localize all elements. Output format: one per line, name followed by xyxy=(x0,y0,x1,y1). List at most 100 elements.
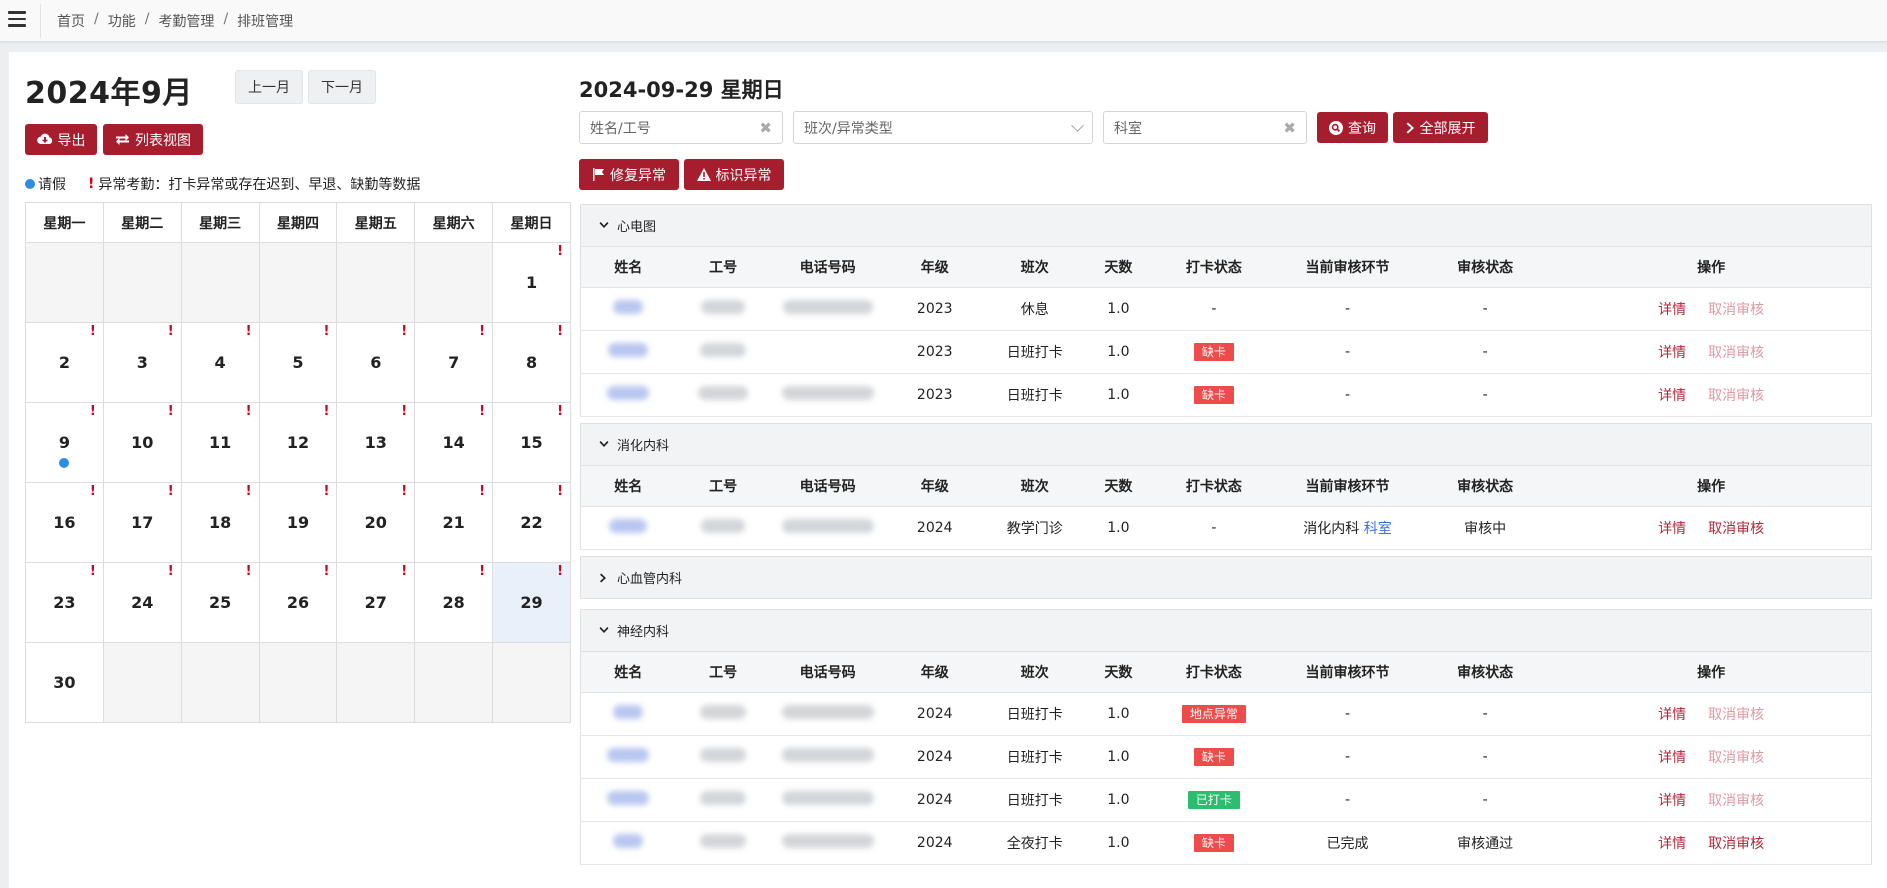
day-number: 13 xyxy=(364,433,387,452)
calendar-day-3[interactable]: 3! xyxy=(102,322,182,403)
calendar-day-11[interactable]: 11! xyxy=(180,402,260,483)
column-header: 班次 xyxy=(984,247,1085,288)
expand-all-button[interactable]: 全部展开 xyxy=(1393,112,1488,143)
chevron-down-icon xyxy=(1071,118,1084,132)
calendar-day-1[interactable]: 1! xyxy=(492,242,571,323)
name-blurred[interactable] xyxy=(613,704,644,719)
department-input[interactable]: 科室 ✖ xyxy=(1103,111,1307,144)
detail-link[interactable]: 详情 xyxy=(1658,836,1686,852)
calendar-day-12[interactable]: 12! xyxy=(258,402,338,483)
calendar-day-29[interactable]: 29! xyxy=(492,562,571,643)
detail-link[interactable]: 详情 xyxy=(1658,707,1686,723)
day-number: 4 xyxy=(214,353,226,372)
review-stage-link[interactable]: 科室 xyxy=(1364,521,1392,537)
repair-abnormal-label: 修复异常 xyxy=(610,167,666,184)
review-stage-text: - xyxy=(1344,791,1351,808)
name-blurred[interactable] xyxy=(609,518,648,533)
name-blurred[interactable] xyxy=(613,833,644,848)
calendar-day-16[interactable]: 16! xyxy=(25,482,104,563)
repair-abnormal-button[interactable]: 修复异常 xyxy=(579,159,679,190)
phone-blurred xyxy=(781,518,874,533)
cancel-review-link[interactable]: 取消审核 xyxy=(1708,345,1764,361)
phone-blurred xyxy=(781,747,874,762)
calendar-day-22[interactable]: 22! xyxy=(492,482,571,563)
calendar-day-9[interactable]: 9! xyxy=(25,402,104,483)
calendar-day-17[interactable]: 17! xyxy=(102,482,182,563)
detail-link[interactable]: 详情 xyxy=(1658,302,1686,318)
name-blurred[interactable] xyxy=(607,790,650,805)
next-month-button[interactable]: 下一月 xyxy=(308,70,376,104)
top-bar: 首页 / 功能 / 考勤管理 / 排班管理 xyxy=(0,0,1887,42)
expand-all-label: 全部展开 xyxy=(1419,120,1476,137)
cancel-review-link[interactable]: 取消审核 xyxy=(1708,836,1764,852)
calendar-day-21[interactable]: 21! xyxy=(414,482,494,563)
punch-status-badge: 地点异常 xyxy=(1181,704,1246,723)
detail-link[interactable]: 详情 xyxy=(1658,793,1686,809)
detail-link[interactable]: 详情 xyxy=(1658,750,1686,766)
clear-icon[interactable]: ✖ xyxy=(1283,119,1296,137)
detail-link[interactable]: 详情 xyxy=(1658,521,1686,537)
group-header-3[interactable]: 心血管内科 xyxy=(580,556,1872,599)
calendar-day-5[interactable]: 5! xyxy=(258,322,338,403)
list-view-button[interactable]: 列表视图 xyxy=(103,124,203,155)
calendar-day-2[interactable]: 2! xyxy=(25,322,104,403)
shift-type-select[interactable]: 班次/异常类型 xyxy=(793,111,1093,144)
breadcrumb-schedule: 排班管理 xyxy=(237,14,294,30)
clear-icon[interactable]: ✖ xyxy=(759,119,772,137)
query-button[interactable]: 查询 xyxy=(1317,112,1388,143)
calendar-day-10[interactable]: 10! xyxy=(102,402,182,483)
cancel-review-link[interactable]: 取消审核 xyxy=(1708,302,1764,318)
abnormal-mark-icon: ! xyxy=(479,564,486,579)
calendar-day-14[interactable]: 14! xyxy=(414,402,494,483)
cancel-review-link[interactable]: 取消审核 xyxy=(1708,388,1764,404)
name-cell xyxy=(580,778,676,822)
day-number: 11 xyxy=(208,433,232,452)
cancel-review-link[interactable]: 取消审核 xyxy=(1708,750,1764,766)
chevron-down-icon xyxy=(591,218,617,233)
cancel-review-link[interactable]: 取消审核 xyxy=(1708,707,1764,723)
calendar-day-18[interactable]: 18! xyxy=(180,482,260,563)
name-id-input[interactable]: 姓名/工号 ✖ xyxy=(579,111,783,144)
shift-cell: 全夜打卡 xyxy=(984,821,1085,865)
calendar-day-28[interactable]: 28! xyxy=(414,562,494,643)
mark-abnormal-button[interactable]: 标识异常 xyxy=(684,159,784,190)
column-header: 工号 xyxy=(675,247,771,288)
name-blurred[interactable] xyxy=(613,299,644,314)
detail-link[interactable]: 详情 xyxy=(1658,388,1686,404)
day-number: 6 xyxy=(370,353,382,372)
cancel-review-link[interactable]: 取消审核 xyxy=(1708,521,1764,537)
calendar-day-23[interactable]: 23! xyxy=(25,562,104,643)
calendar-day-15[interactable]: 15! xyxy=(492,402,571,483)
selected-date-title: 2024-09-29 星期日 xyxy=(579,78,784,102)
calendar-day-6[interactable]: 6! xyxy=(336,322,416,403)
calendar-day-4[interactable]: 4! xyxy=(180,322,260,403)
day-number: 2 xyxy=(58,353,70,372)
export-button[interactable]: 导出 xyxy=(25,124,97,155)
calendar-day-20[interactable]: 20! xyxy=(336,482,416,563)
column-header: 电话号码 xyxy=(770,466,885,507)
calendar-day-7[interactable]: 7! xyxy=(414,322,494,403)
group-header-4[interactable]: 神经内科 xyxy=(580,609,1872,652)
cancel-review-link[interactable]: 取消审核 xyxy=(1708,793,1764,809)
breadcrumb-function[interactable]: 功能 xyxy=(108,11,136,31)
calendar-day-26[interactable]: 26! xyxy=(258,562,338,643)
calendar-day-19[interactable]: 19! xyxy=(258,482,338,563)
name-blurred[interactable] xyxy=(608,342,649,357)
calendar-day-24[interactable]: 24! xyxy=(102,562,182,643)
group-header-1[interactable]: 心电图 xyxy=(580,204,1872,247)
detail-link[interactable]: 详情 xyxy=(1658,345,1686,361)
name-blurred[interactable] xyxy=(607,747,650,762)
breadcrumb-attendance[interactable]: 考勤管理 xyxy=(158,11,214,31)
calendar-day-27[interactable]: 27! xyxy=(336,562,416,643)
phone-cell xyxy=(770,287,885,331)
group-header-2[interactable]: 消化内科 xyxy=(580,423,1872,466)
calendar-day-8[interactable]: 8! xyxy=(492,322,571,403)
calendar-day-13[interactable]: 13! xyxy=(336,402,416,483)
prev-month-button[interactable]: 上一月 xyxy=(235,70,303,104)
calendar-day-25[interactable]: 25! xyxy=(180,562,260,643)
calendar-empty-cell xyxy=(492,642,571,723)
menu-icon[interactable] xyxy=(8,11,26,27)
name-blurred[interactable] xyxy=(607,385,650,400)
calendar-day-30[interactable]: 30 xyxy=(25,642,104,723)
breadcrumb-home[interactable]: 首页 xyxy=(57,11,85,31)
